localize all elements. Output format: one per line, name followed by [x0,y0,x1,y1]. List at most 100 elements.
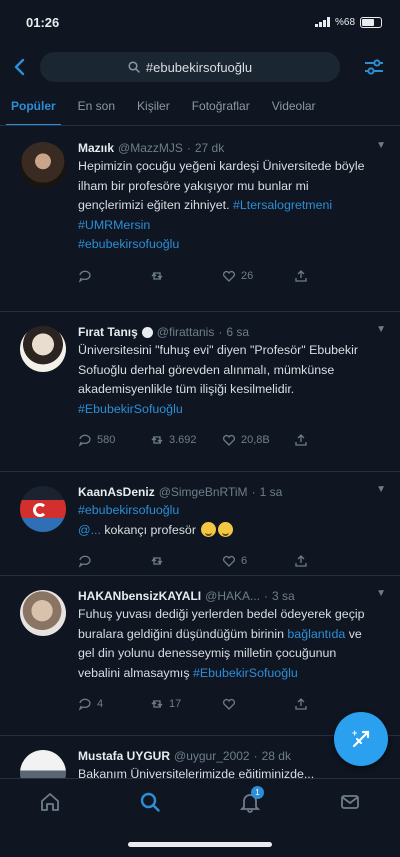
chevron-down-icon[interactable]: ▼ [376,588,386,599]
chevron-down-icon[interactable]: ▼ [376,484,386,495]
hashtag-link[interactable]: #Ltersalogretmeni [233,198,332,212]
nav-messages-button[interactable] [330,782,370,822]
author-handle: @firattanis [156,325,215,339]
grimace-emoji-icon [218,521,234,537]
avatar[interactable] [20,326,66,372]
author-name[interactable]: HAKANbensizKAYALI [78,589,201,603]
tweet[interactable]: ▼ KaanAsDeniz @SimgeBnRTiM · 1 sa #ebube… [0,472,400,576]
tweet-time: 1 sa [259,485,283,499]
like-button[interactable]: 6 [222,554,294,568]
author-name[interactable]: Mustafa UYGUR [78,749,170,763]
battery-icon [360,16,382,28]
compose-tweet-button[interactable]: + [334,712,388,766]
chevron-down-icon[interactable]: ▼ [376,324,386,335]
home-icon [41,792,59,811]
mention-link[interactable]: bağlantıda [287,627,345,641]
retweet-button[interactable]: 17 [150,697,222,711]
reply-icon [78,270,91,283]
tweet[interactable]: ▼ Mazıık @MazzMJS · 27 dk Hepimizin çocu… [0,128,400,312]
hashtag-link[interactable]: #UMRMersin [78,216,366,236]
status-time: 01:26 [26,14,60,30]
compose-feather-icon: + [352,728,370,748]
tweet-body-text: kokançı profesör [100,522,196,537]
tweet-actions: 4 17 [78,687,366,721]
tweet-body-text: Bakanım Üniversitelerimizde eğitiminizde… [78,767,315,778]
home-indicator[interactable] [128,842,272,847]
status-indicators: %68 [314,16,382,28]
nav-notifications-button[interactable]: 1 [230,782,270,822]
tab-popular[interactable]: Popüler [0,92,67,125]
tweet-text: Hepimizin çocuğu yeğeni kardeşi Üniversi… [78,157,366,255]
search-icon [128,61,140,73]
reply-button[interactable] [78,554,150,568]
avatar[interactable] [20,486,66,532]
back-button[interactable] [0,50,40,84]
hashtag-link[interactable]: #EbubekirSofuoğlu [78,400,366,420]
reply-button[interactable]: 4 [78,697,150,711]
avatar[interactable] [20,750,66,778]
tab-videos[interactable]: Videolar [261,92,327,125]
like-button[interactable]: 20,8B [222,433,294,447]
flag-crescent-icon [33,503,47,517]
share-button[interactable] [294,554,366,568]
tweet-header: HAKANbensizKAYALI @HAKA... · 3 sa [78,588,366,604]
heart-icon [222,270,236,282]
tweet[interactable]: ▼ HAKANbensizKAYALI @HAKA... · 3 sa Fuhu… [0,576,400,736]
retweet-icon [151,557,163,565]
tweet-actions: 6 [78,544,366,578]
tab-photos[interactable]: Fotoğraflar [181,92,261,125]
hashtag-link[interactable]: #ebubekirsofuoğlu [78,501,366,521]
nav-search-button[interactable] [130,782,170,822]
search-query: #ebubekirsofuoğlu [145,59,253,75]
retweet-button[interactable] [150,269,222,283]
tweet-time: 6 sa [226,325,250,339]
separator-dot: · [218,325,223,339]
bottom-navigation: 1 [0,778,400,824]
tab-people[interactable]: Kişiler [126,92,181,125]
notification-badge: 1 [251,785,264,799]
author-name[interactable]: Fırat Tanış [78,325,138,339]
share-icon [295,698,307,710]
battery-percent: %68 [334,16,355,28]
tab-latest[interactable]: En son [67,92,126,125]
retweet-button[interactable]: 3.692 [150,433,222,447]
like-count: 20,8B [241,434,270,446]
nav-home-button[interactable] [30,782,70,822]
hashtag-link[interactable]: #EbubekirSofuoğlu [193,666,298,680]
battery-level [362,18,375,26]
tweet-time: 28 dk [261,749,291,763]
author-name[interactable]: KaanAsDeniz [78,485,155,499]
share-button[interactable] [294,433,366,447]
search-settings-button[interactable] [352,50,396,84]
grimace-emoji-icon [201,521,217,537]
tweet-actions: 580 3.692 20,8B [78,423,366,457]
retweet-count: 3.692 [169,434,197,446]
separator-dot: · [251,485,256,499]
like-button[interactable] [222,697,294,711]
search-icon [140,792,160,812]
chevron-down-icon[interactable]: ▼ [376,140,386,151]
author-handle: @SimgeBnRTiM [158,485,248,499]
avatar[interactable] [20,590,66,636]
hashtag-link[interactable]: #ebubekirsofuoğlu [78,235,366,255]
tweet-header: Mazıık @MazzMJS · 27 dk [78,140,366,156]
mention-link[interactable]: @... [78,523,101,537]
tweet-feed: ▼ Mazıık @MazzMJS · 27 dk Hepimizin çocu… [0,128,400,778]
reply-button[interactable] [78,269,150,283]
retweet-icon [151,271,163,280]
tweet[interactable]: ▼ Fırat Tanış @firattanis · 6 sa Ünivers… [0,312,400,472]
share-button[interactable] [294,269,366,283]
messages-icon [341,794,359,809]
tweet-time: 27 dk [194,141,225,155]
author-handle: @uygur_2002 [174,749,250,763]
share-button[interactable] [294,697,366,711]
like-button[interactable]: 26 [222,269,294,283]
author-name[interactable]: Mazıık [78,141,114,155]
retweet-button[interactable] [150,554,222,568]
reply-icon [78,555,91,568]
reply-button[interactable]: 580 [78,433,150,447]
author-handle: @HAKA... [205,589,261,603]
avatar[interactable] [20,142,66,188]
search-input[interactable]: #ebubekirsofuoğlu [40,52,340,82]
reply-icon [78,434,91,447]
